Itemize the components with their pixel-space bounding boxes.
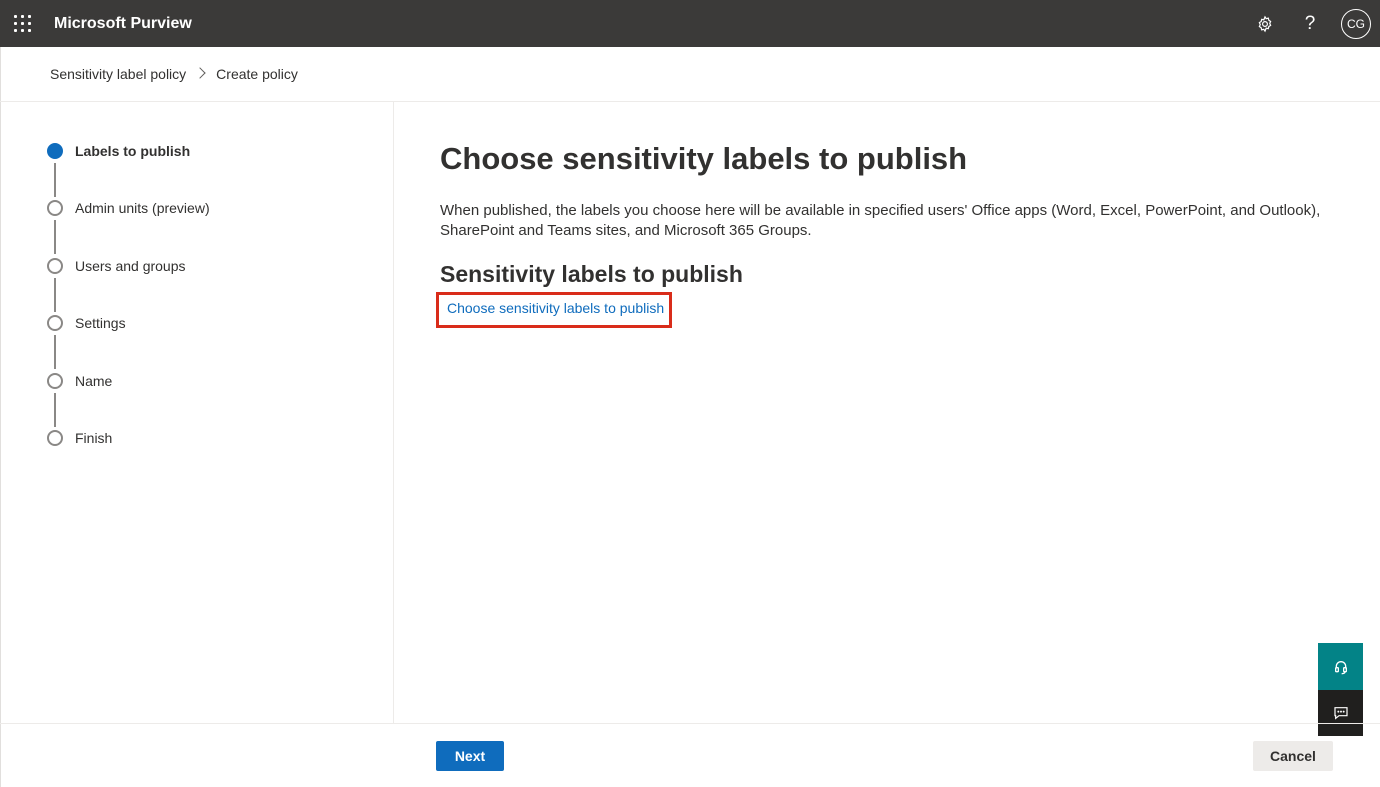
page-description: When published, the labels you choose he…: [440, 202, 1321, 239]
step-active-icon: [47, 143, 63, 159]
step-connector: [54, 335, 56, 369]
step-label: Labels to publish: [75, 143, 191, 159]
help-icon[interactable]: ?: [1298, 12, 1322, 36]
app-launcher-icon[interactable]: [14, 15, 32, 33]
step-connector: [54, 278, 56, 312]
step-pending-icon: [47, 258, 63, 274]
step-label: Settings: [75, 315, 126, 331]
cancel-button[interactable]: Cancel: [1253, 741, 1333, 771]
choose-labels-link[interactable]: Choose sensitivity labels to publish: [447, 300, 664, 316]
breadcrumb-sensitivity-label-policy[interactable]: Sensitivity label policy: [50, 66, 186, 82]
step-pending-icon: [47, 373, 63, 389]
divider: [0, 723, 1380, 724]
step-label: Admin units (preview): [75, 200, 210, 216]
left-border: [0, 47, 1, 787]
support-button[interactable]: [1318, 643, 1363, 690]
breadcrumb-create-policy: Create policy: [216, 66, 298, 82]
step-label: Users and groups: [75, 258, 186, 274]
breadcrumb: Sensitivity label policy Create policy: [50, 66, 298, 82]
feedback-button[interactable]: [1318, 690, 1363, 736]
step-label: Finish: [75, 430, 113, 446]
step-connector: [54, 220, 56, 254]
step-pending-icon: [47, 200, 63, 216]
support-headset-icon: [1334, 660, 1347, 674]
step-finish[interactable]: Finish: [47, 430, 112, 446]
divider: [0, 101, 1380, 102]
step-label: Name: [75, 373, 113, 389]
section-title: Sensitivity labels to publish: [440, 261, 743, 287]
step-connector: [54, 163, 56, 197]
step-settings[interactable]: Settings: [47, 315, 126, 331]
top-bar: Microsoft Purview ? CG: [0, 0, 1380, 47]
next-button[interactable]: Next: [436, 741, 504, 771]
chevron-right-icon: [194, 67, 206, 79]
step-admin-units[interactable]: Admin units (preview): [47, 200, 210, 216]
step-pending-icon: [47, 315, 63, 331]
step-labels-to-publish[interactable]: Labels to publish: [47, 143, 190, 159]
page-title: Choose sensitivity labels to publish: [440, 141, 968, 176]
avatar[interactable]: CG: [1341, 9, 1371, 39]
settings-gear-icon[interactable]: [1253, 12, 1277, 36]
step-connector: [54, 393, 56, 427]
feedback-chat-icon: [1333, 707, 1348, 720]
divider: [393, 101, 394, 723]
step-pending-icon: [47, 430, 63, 446]
step-users-and-groups[interactable]: Users and groups: [47, 258, 186, 274]
app-title[interactable]: Microsoft Purview: [54, 15, 192, 33]
step-name[interactable]: Name: [47, 373, 112, 389]
